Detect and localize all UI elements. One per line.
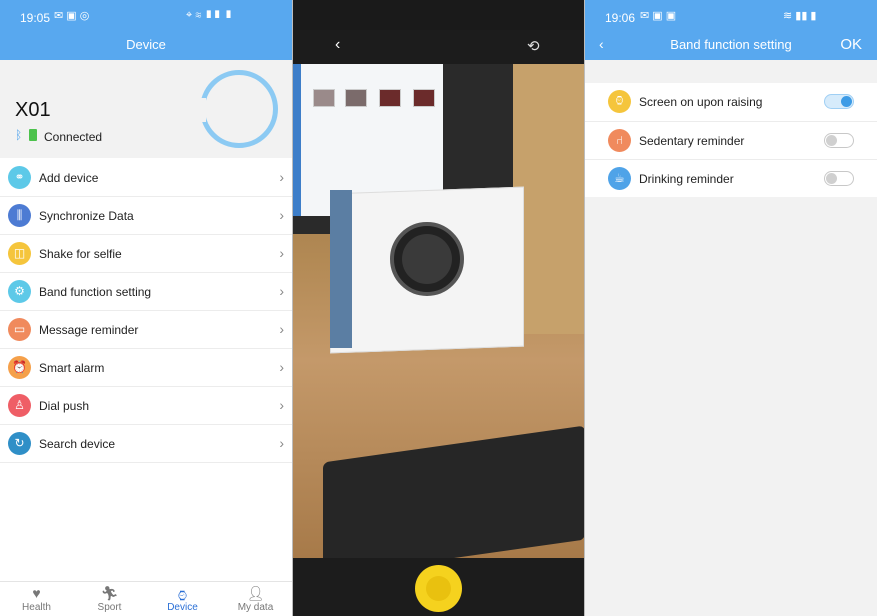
menu-label: Message reminder	[39, 323, 139, 337]
person-icon: 👤︎	[246, 585, 265, 601]
alarm-icon: ⏰	[8, 356, 31, 379]
tab-device[interactable]: ⌚︎ Device	[146, 582, 219, 616]
chevron-right-icon: ›	[279, 435, 284, 451]
watch-icon: ⌚︎	[175, 588, 190, 604]
chevron-right-icon: ›	[279, 169, 284, 185]
connection-status: Connected	[44, 130, 103, 144]
chevron-right-icon: ›	[279, 321, 284, 337]
chevron-right-icon: ›	[279, 397, 284, 413]
heart-icon: ♥	[32, 585, 41, 601]
page-title: Band function setting	[670, 37, 792, 52]
chevron-right-icon: ›	[279, 245, 284, 261]
camera-switch-icon[interactable]: ⟲	[527, 37, 540, 55]
menu-label: Search device	[39, 437, 116, 451]
status-time: 19:05	[20, 11, 51, 25]
menu-label: Shake for selfie	[39, 247, 122, 261]
notification-icon: ✉ ▣ ▣	[640, 10, 677, 22]
band-function-setting-screen: 19:06 ✉ ▣ ▣ ≋ ▮▮ ▮ Band function setting…	[585, 0, 877, 616]
status-time: 19:06	[605, 11, 636, 25]
signal-icons: ≋ ▮▮ ▮	[783, 10, 817, 22]
runner-icon: 🏃︎	[100, 585, 119, 601]
setting-label: Drinking reminder	[639, 172, 734, 186]
menu-label: Dial push	[39, 399, 90, 413]
setting-screen-on-raising: ⌚︎ Screen on upon raising	[585, 83, 877, 121]
status-bar: 19:06 ✉ ▣ ▣ ≋ ▮▮ ▮	[585, 0, 877, 30]
settings-list: ⌚︎ Screen on upon raising ⑁ Sedentary re…	[585, 83, 877, 197]
setting-sedentary-reminder: ⑁ Sedentary reminder	[585, 121, 877, 159]
setting-label: Sedentary reminder	[639, 134, 745, 148]
menu-shake-for-selfie[interactable]: ◫ Shake for selfie ›	[0, 235, 292, 273]
gear-icon: ⚙	[8, 280, 31, 303]
signal-icons: ⌖ ≋ ▮▮ ▮	[186, 9, 233, 21]
tab-label: Sport	[97, 602, 122, 613]
chevron-right-icon: ›	[279, 207, 284, 223]
notification-icon: ✉ ▣ ◎	[54, 10, 90, 22]
back-arrow-icon[interactable]: ‹	[599, 36, 604, 52]
battery-icon	[29, 129, 37, 141]
menu-label: Band function setting	[39, 285, 152, 299]
drinking-reminder-toggle[interactable]	[824, 171, 854, 186]
search-device-icon: ↻	[8, 432, 31, 455]
tab-my-data[interactable]: 👤︎ My data	[219, 582, 292, 616]
shirt-icon: ♙	[8, 394, 31, 417]
ok-button[interactable]: OK	[840, 36, 862, 53]
tab-health[interactable]: ♥ Health	[0, 582, 73, 616]
sitting-icon: ⑁	[608, 129, 631, 152]
shake-icon: ◫	[8, 242, 31, 265]
selfie-camera-screen: ‹ ⟲	[293, 0, 585, 616]
screen-on-raising-toggle[interactable]	[824, 94, 854, 109]
menu-search-device[interactable]: ↻ Search device ›	[0, 425, 292, 463]
device-screen: 19:05 ✉ ▣ ◎ ⌖ ≋ ▮▮ ▮ Device X01 ᛒ Connec…	[0, 0, 292, 616]
watch-raise-icon: ⌚︎	[608, 90, 631, 113]
desk-pad-photo	[323, 425, 585, 558]
sliders-icon: ⫼	[8, 204, 31, 227]
band-image	[200, 70, 278, 148]
tab-label: My data	[237, 602, 274, 613]
cup-icon: ☕︎	[608, 167, 631, 190]
menu-label: Add device	[39, 171, 99, 185]
back-arrow-icon[interactable]: ‹	[335, 36, 340, 54]
setting-drinking-reminder: ☕︎ Drinking reminder	[585, 159, 877, 197]
bottom-tab-bar: ♥ Health 🏃︎ Sport ⌚︎ Device 👤︎ My data	[0, 581, 292, 616]
bluetooth-icon: ᛒ	[15, 128, 23, 142]
status-bar: 19:05 ✉ ▣ ◎ ⌖ ≋ ▮▮ ▮	[0, 0, 292, 30]
chevron-right-icon: ›	[279, 359, 284, 375]
menu-label: Smart alarm	[39, 361, 105, 375]
sedentary-reminder-toggle[interactable]	[824, 133, 854, 148]
page-title: Device	[0, 30, 292, 60]
setting-label: Screen on upon raising	[639, 95, 763, 109]
menu-band-function-setting[interactable]: ⚙ Band function setting ›	[0, 273, 292, 311]
menu-smart-alarm[interactable]: ⏰ Smart alarm ›	[0, 349, 292, 387]
menu-message-reminder[interactable]: ▭ Message reminder ›	[0, 311, 292, 349]
device-name: X01	[15, 99, 51, 121]
device-card[interactable]: X01 ᛒ Connected	[0, 60, 292, 158]
message-icon: ▭	[8, 318, 31, 341]
menu-label: Synchronize Data	[39, 209, 134, 223]
tab-label: Health	[22, 602, 51, 613]
menu-dial-push[interactable]: ♙ Dial push ›	[0, 387, 292, 425]
tab-sport[interactable]: 🏃︎ Sport	[73, 582, 146, 616]
menu-add-device[interactable]: ⚭ Add device ›	[0, 159, 292, 197]
menu-synchronize-data[interactable]: ⫼ Synchronize Data ›	[0, 197, 292, 235]
device-menu: ⚭ Add device › ⫼ Synchronize Data › ◫ Sh…	[0, 159, 292, 463]
tab-label: Device	[167, 602, 198, 613]
link-icon: ⚭	[8, 166, 31, 189]
chevron-right-icon: ›	[279, 283, 284, 299]
